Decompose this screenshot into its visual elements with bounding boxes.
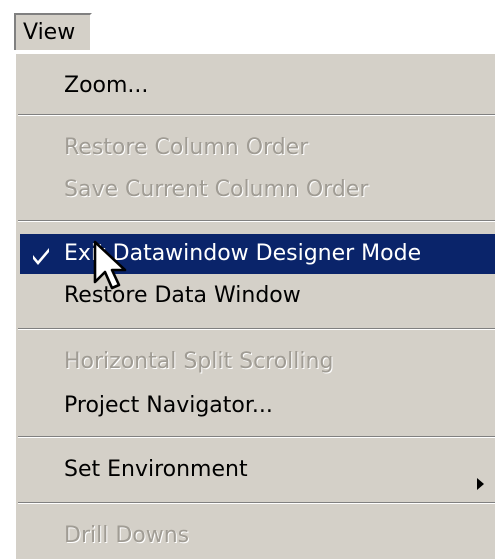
menu-separator (18, 436, 495, 438)
menu-item-label: Set Environment (64, 457, 248, 482)
menu-item-restore-column-order: Restore Column Order (20, 128, 495, 168)
menu-item-horizontal-split-scrolling: Horizontal Split Scrolling (20, 342, 495, 382)
menu-item-restore-data-window[interactable]: Restore Data Window (20, 276, 495, 316)
menu-item-label: Zoom... (64, 73, 149, 98)
menu-item-label: Exit Datawindow Designer Mode (64, 241, 422, 266)
menu-item-save-current-column-order: Save Current Column Order (20, 170, 495, 210)
menu-view-label: View (23, 20, 76, 45)
menu-item-exit-datawindow-designer-mode[interactable]: Exit Datawindow Designer Mode (20, 234, 495, 274)
menu-separator (18, 328, 495, 330)
menu-item-label: Restore Data Window (64, 283, 301, 308)
view-menu-dropdown: Zoom... Restore Column Order Save Curren… (14, 52, 495, 559)
menu-separator (18, 502, 495, 504)
menu-item-project-navigator[interactable]: Project Navigator... (20, 386, 495, 426)
menu-item-label: Horizontal Split Scrolling (64, 349, 334, 374)
menu-item-label: Drill Downs (64, 523, 190, 548)
menu-separator (18, 114, 495, 116)
menu-view[interactable]: View (14, 13, 92, 50)
menu-item-zoom[interactable]: Zoom... (20, 66, 495, 106)
menu-separator (18, 220, 495, 222)
menu-item-label: Restore Column Order (64, 135, 309, 160)
menu-item-label: Project Navigator... (64, 393, 273, 418)
menu-item-label: Save Current Column Order (64, 177, 369, 202)
menu-item-set-environment[interactable]: Set Environment (20, 450, 495, 490)
menu-item-drill-downs: Drill Downs (20, 516, 495, 556)
checkmark-icon (28, 234, 54, 274)
submenu-arrow-icon (477, 464, 485, 490)
